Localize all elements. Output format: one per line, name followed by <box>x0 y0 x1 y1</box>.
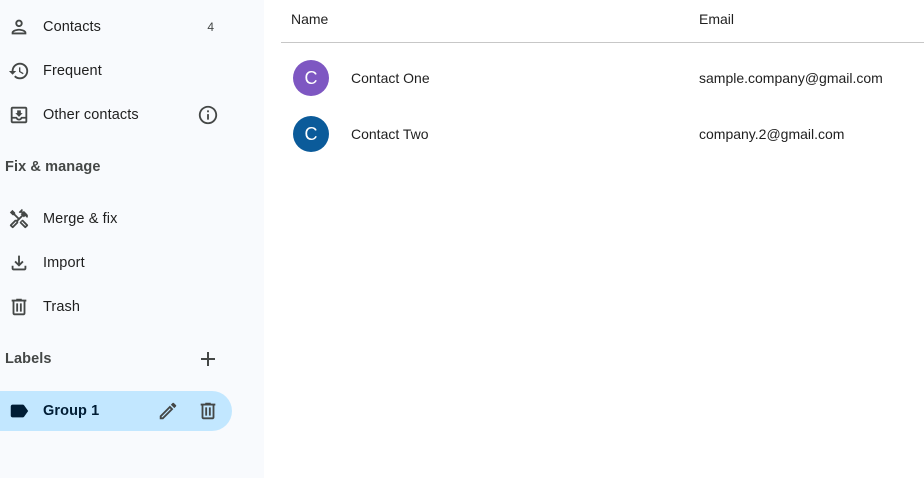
sidebar-item-trash[interactable]: Trash <box>0 287 232 327</box>
person-icon <box>7 15 31 39</box>
sidebar-item-contacts[interactable]: Contacts 4 <box>0 7 232 47</box>
column-header-name[interactable]: Name <box>291 11 328 27</box>
contact-name: Contact One <box>351 70 430 86</box>
sidebar-item-label: Frequent <box>43 63 102 79</box>
sidebar-item-merge-fix[interactable]: Merge & fix <box>0 199 232 239</box>
sidebar-item-frequent[interactable]: Frequent <box>0 51 232 91</box>
table-row[interactable]: C Contact One sample.company@gmail.com <box>281 50 924 106</box>
sidebar-item-group-1[interactable]: Group 1 <box>0 391 232 431</box>
plus-icon[interactable] <box>196 347 220 371</box>
sidebar-item-label: Contacts <box>43 19 102 35</box>
tools-icon <box>7 207 31 231</box>
trash-icon[interactable] <box>197 400 219 422</box>
edit-pencil-icon[interactable] <box>157 400 179 422</box>
contact-email: company.2@gmail.com <box>699 126 845 142</box>
avatar: C <box>293 116 329 152</box>
labels-header: Labels <box>5 351 52 367</box>
sidebar-item-label: Merge & fix <box>43 211 118 227</box>
info-icon[interactable] <box>197 104 219 126</box>
inbox-download-icon <box>7 103 31 127</box>
download-icon <box>7 251 31 275</box>
avatar: C <box>293 60 329 96</box>
table-row[interactable]: C Contact Two company.2@gmail.com <box>281 106 924 162</box>
column-header-email[interactable]: Email <box>699 11 734 27</box>
sidebar-item-label: Trash <box>43 299 81 315</box>
list-header: Name Email <box>281 0 924 43</box>
history-icon <box>7 59 31 83</box>
fix-manage-header: Fix & manage <box>5 159 101 175</box>
sidebar-item-label: Other contacts <box>43 107 139 123</box>
sidebar-item-other-contacts[interactable]: Other contacts <box>0 95 232 135</box>
contacts-app: Contacts 4 Frequent Other contacts Fix &… <box>0 0 924 478</box>
sidebar-item-label: Group 1 <box>43 403 100 419</box>
sidebar: Contacts 4 Frequent Other contacts Fix &… <box>0 0 264 478</box>
contact-email: sample.company@gmail.com <box>699 70 883 86</box>
sidebar-item-label: Import <box>43 255 85 271</box>
sidebar-item-import[interactable]: Import <box>0 243 232 283</box>
label-icon <box>7 399 31 423</box>
contact-list: Name Email C Contact One sample.company@… <box>264 0 924 478</box>
contact-name: Contact Two <box>351 126 429 142</box>
trash-icon <box>7 295 31 319</box>
contacts-count: 4 <box>207 20 214 34</box>
